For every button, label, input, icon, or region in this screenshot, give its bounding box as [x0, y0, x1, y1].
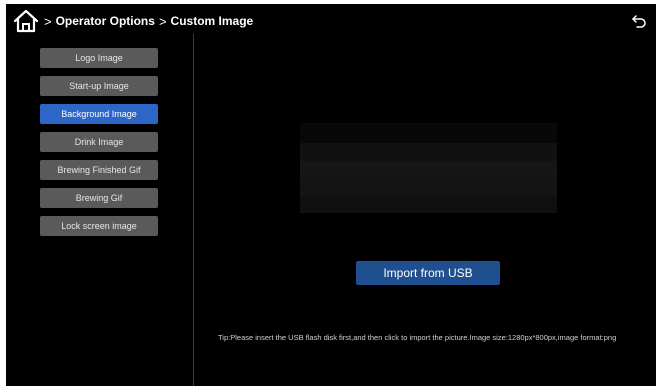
home-button[interactable] — [12, 8, 40, 34]
breadcrumb: > Operator Options > Custom Image — [44, 12, 257, 30]
sidebar-item-logo-image[interactable]: Logo Image — [40, 48, 158, 68]
sidebar-item-brewing-finished-gif[interactable]: Brewing Finished Gif — [40, 160, 158, 180]
screen: > Operator Options > Custom Image Logo I… — [6, 4, 656, 386]
return-arrow-icon — [632, 15, 646, 28]
sidebar-item-drink-image[interactable]: Drink Image — [40, 132, 158, 152]
preview-band — [300, 161, 557, 177]
tip-text: Tip:Please insert the USB flash disk fir… — [218, 333, 617, 342]
preview-band — [300, 143, 557, 161]
home-icon — [13, 9, 39, 33]
sidebar: Logo Image Start-up Image Background Ima… — [40, 48, 158, 244]
preview-band — [300, 177, 557, 197]
preview-band — [300, 197, 557, 213]
sidebar-item-brewing-gif[interactable]: Brewing Gif — [40, 188, 158, 208]
back-button[interactable] — [628, 10, 650, 32]
chevron-right-icon: > — [44, 13, 52, 29]
breadcrumb-operator-options[interactable]: Operator Options — [56, 14, 155, 28]
chevron-right-icon: > — [158, 13, 167, 29]
sidebar-item-background-image[interactable]: Background Image — [40, 104, 158, 124]
image-preview — [300, 123, 557, 213]
breadcrumb-custom-image: Custom Image — [170, 14, 254, 28]
sidebar-item-start-up-image[interactable]: Start-up Image — [40, 76, 158, 96]
sidebar-item-lock-screen-image[interactable]: Lock screen image — [40, 216, 158, 236]
preview-band — [300, 123, 557, 143]
panel-divider — [193, 34, 194, 386]
header-bar: > Operator Options > Custom Image — [6, 4, 656, 38]
import-from-usb-button[interactable]: Import from USB — [356, 261, 500, 285]
